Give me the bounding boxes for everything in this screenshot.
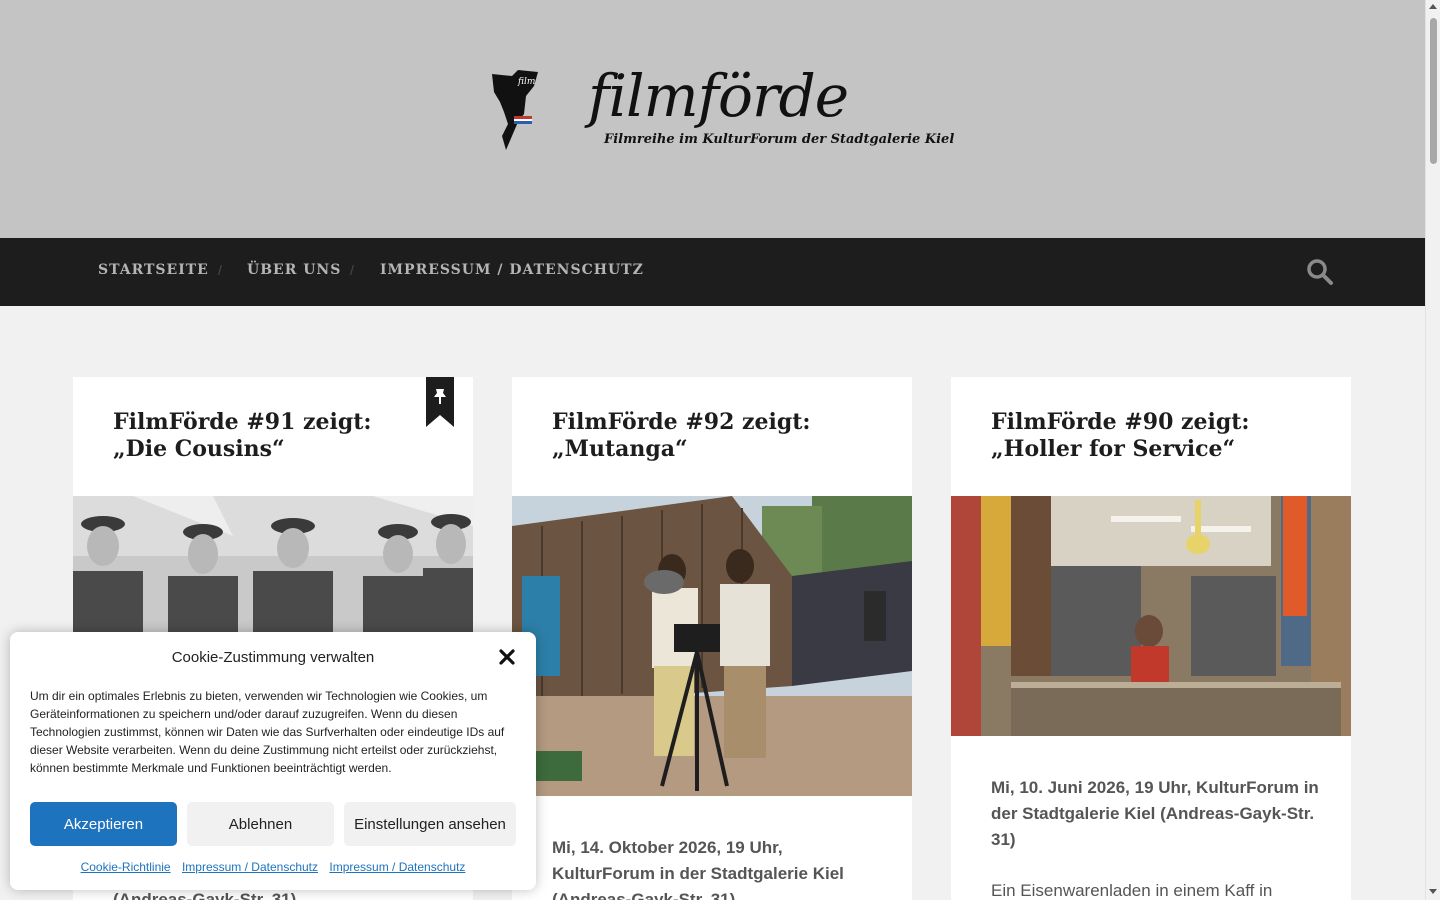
cookie-consent-dialog: Cookie-Zustimmung verwalten Um dir ein o… — [10, 632, 536, 890]
accept-button[interactable]: Akzeptieren — [30, 802, 177, 846]
logo-subtitle: Filmreihe im KulturForum der Stadtgaleri… — [604, 132, 955, 147]
search-icon — [1307, 259, 1333, 285]
nav-separator: / — [218, 262, 222, 278]
close-button[interactable] — [496, 646, 518, 668]
logo-emblem-icon: film — [492, 70, 538, 150]
mutanga-photo — [512, 496, 912, 796]
nav-item-startseite[interactable]: STARTSEITE — [98, 262, 209, 278]
post-title[interactable]: FilmFörde #91 zeigt: „Die Cousins“ — [113, 409, 433, 463]
sticky-badge — [426, 377, 454, 427]
main-navigation: STARTSEITE / ÜBER UNS / IMPRESSUM / DATE… — [0, 238, 1425, 306]
scrollbar-thumb[interactable] — [1430, 18, 1437, 164]
cookie-policy-link[interactable]: Cookie-Richtlinie — [81, 860, 171, 874]
search-button[interactable] — [1306, 258, 1334, 286]
imprint-link[interactable]: Impressum / Datenschutz — [182, 860, 318, 874]
post-card[interactable]: FilmFörde #90 zeigt: „Holler for Service… — [951, 377, 1351, 900]
scroll-down-arrow-icon[interactable] — [1429, 889, 1437, 894]
cookie-dialog-text: Um dir ein optimales Erlebnis zu bieten,… — [30, 689, 505, 775]
post-meta: Mi, 14. Oktober 2026, 19 Uhr, KulturForu… — [552, 838, 844, 900]
post-image[interactable] — [951, 496, 1351, 736]
cookie-links: Cookie-Richtlinie Impressum / Datenschut… — [10, 860, 536, 874]
deny-button[interactable]: Ablehnen — [187, 802, 334, 846]
nav-item-ueber-uns[interactable]: ÜBER UNS — [247, 262, 341, 278]
post-image[interactable] — [512, 496, 912, 796]
post-card[interactable]: FilmFörde #92 zeigt: „Mutanga“ Mi, 14. O… — [512, 377, 912, 900]
scroll-up-arrow-icon[interactable] — [1429, 4, 1437, 9]
post-meta: Mi, 10. Juni 2026, 19 Uhr, KulturForum i… — [991, 778, 1319, 849]
nav-item-impressum[interactable]: IMPRESSUM / DATENSCHUTZ — [380, 262, 644, 278]
imprint-link[interactable]: Impressum / Datenschutz — [329, 860, 465, 874]
post-title[interactable]: FilmFörde #90 zeigt: „Holler for Service… — [991, 409, 1311, 463]
pin-icon — [426, 377, 454, 427]
view-settings-button[interactable]: Einstellungen ansehen — [344, 802, 516, 846]
scrollbar[interactable] — [1425, 0, 1440, 900]
cookie-dialog-title: Cookie-Zustimmung verwalten — [171, 649, 375, 666]
nav-separator: / — [350, 262, 354, 278]
post-title[interactable]: FilmFörde #92 zeigt: „Mutanga“ — [552, 409, 872, 463]
close-icon — [499, 649, 515, 665]
site-logo[interactable]: film filmförde Filmreihe im KulturForum … — [488, 62, 954, 154]
hardware-store-photo — [951, 496, 1351, 736]
logo-wordmark: filmförde — [588, 62, 849, 130]
site-header: film filmförde Filmreihe im KulturForum … — [0, 0, 1425, 238]
post-excerpt: Ein Eisenwarenladen in einem Kaff in — [991, 881, 1273, 900]
svg-text:film: film — [517, 77, 535, 87]
